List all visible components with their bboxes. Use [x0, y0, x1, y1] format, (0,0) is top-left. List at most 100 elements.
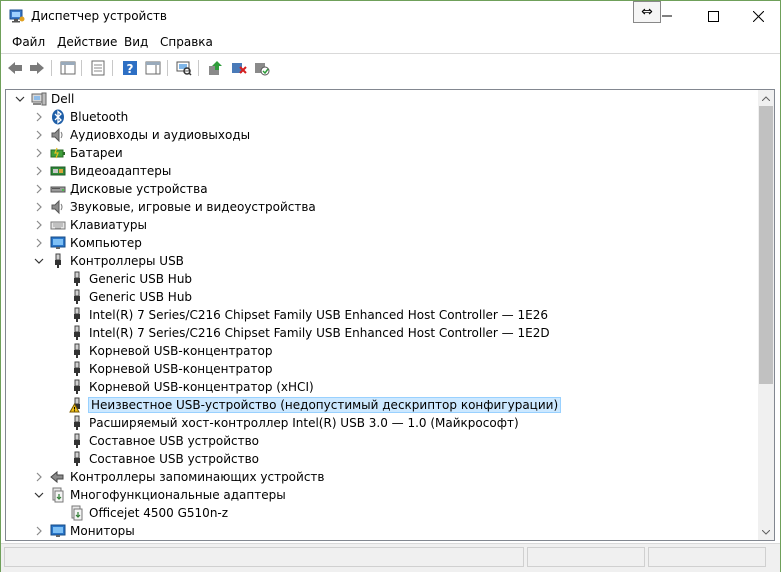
- close-button[interactable]: [735, 1, 781, 31]
- tree-item[interactable]: Составное USB устройство: [6, 432, 756, 450]
- tree-item[interactable]: Неизвестное USB-устройство (недопустимый…: [6, 396, 756, 414]
- tree-item[interactable]: Составное USB устройство: [6, 450, 756, 468]
- tree-item[interactable]: Аудиовходы и аудиовыходы: [6, 126, 756, 144]
- toolbar-separator: [198, 60, 199, 76]
- tree-item-label: Bluetooth: [70, 110, 129, 124]
- forward-button[interactable]: [28, 59, 46, 77]
- tree-item[interactable]: Intel(R) 7 Series/C216 Chipset Family US…: [6, 324, 756, 342]
- expand-toggle[interactable]: [34, 166, 44, 176]
- menu-view[interactable]: Вид: [124, 35, 148, 49]
- usb-icon: [69, 343, 85, 359]
- expand-toggle[interactable]: [15, 94, 25, 104]
- chevron-right-icon: [36, 202, 42, 212]
- tree-item[interactable]: Контроллеры USB: [6, 252, 756, 270]
- tree-item[interactable]: Корневой USB-концентратор: [6, 360, 756, 378]
- status-bar: [1, 543, 780, 572]
- monitor-icon: [50, 523, 66, 539]
- tree-item[interactable]: Intel(R) 7 Series/C216 Chipset Family US…: [6, 306, 756, 324]
- help-icon: ?: [123, 61, 137, 76]
- expand-toggle[interactable]: [34, 112, 44, 122]
- tree-item[interactable]: Многофункциональные адаптеры: [6, 486, 756, 504]
- expand-toggle[interactable]: [34, 256, 44, 266]
- maximize-icon: [707, 10, 719, 22]
- uninstall-device-button[interactable]: [230, 59, 248, 77]
- keyboard-icon: [50, 217, 66, 233]
- status-panel: [648, 547, 766, 567]
- chevron-right-icon: [36, 526, 42, 536]
- update-driver-icon: [209, 61, 222, 75]
- status-panel: [4, 547, 524, 567]
- tree-item-label: Расширяемый хост-контроллер Intel(R) USB…: [89, 416, 519, 430]
- usb-icon: [69, 361, 85, 377]
- scroll-up-button[interactable]: [758, 90, 774, 106]
- maximize-button[interactable]: [690, 1, 736, 31]
- enable-device-button[interactable]: [253, 59, 271, 77]
- tree-item[interactable]: Officejet 4500 G510n-z: [6, 504, 756, 522]
- menu-file[interactable]: Файл: [12, 35, 45, 49]
- tree-item[interactable]: Контроллеры запоминающих устройств: [6, 468, 756, 486]
- tree-item[interactable]: Видеоадаптеры: [6, 162, 756, 180]
- action-pane-button[interactable]: [144, 59, 162, 77]
- vertical-scrollbar[interactable]: [758, 90, 774, 540]
- toolbar-separator: [81, 60, 82, 76]
- expand-toggle[interactable]: [34, 490, 44, 500]
- tree-item-label: Аудиовходы и аудиовыходы: [70, 128, 251, 142]
- tree-item-label: Компьютер: [70, 236, 142, 250]
- scroll-down-button[interactable]: [758, 524, 774, 540]
- tree-item[interactable]: Дисковые устройства: [6, 180, 756, 198]
- properties-button[interactable]: [89, 59, 107, 77]
- tree-item[interactable]: Dell: [6, 90, 756, 108]
- expand-toggle[interactable]: [34, 148, 44, 158]
- minimize-button[interactable]: [644, 1, 690, 31]
- menu-help[interactable]: Справка: [160, 35, 213, 49]
- usb-icon: [69, 379, 85, 395]
- chevron-down-icon: [34, 258, 44, 264]
- menu-bar: Файл Действие Вид Справка: [1, 33, 780, 53]
- back-button[interactable]: [6, 59, 24, 77]
- chevron-down-icon: [762, 529, 770, 535]
- uninstall-device-icon: [232, 63, 247, 74]
- tree-item[interactable]: Батареи: [6, 144, 756, 162]
- expand-toggle[interactable]: [34, 238, 44, 248]
- tree-item[interactable]: Компьютер: [6, 234, 756, 252]
- tree-item-label: Составное USB устройство: [89, 434, 260, 448]
- properties-icon: [91, 60, 105, 76]
- usb-icon: [50, 253, 66, 269]
- chevron-right-icon: [36, 148, 42, 158]
- expand-toggle[interactable]: [34, 184, 44, 194]
- tree-item[interactable]: Корневой USB-концентратор: [6, 342, 756, 360]
- chevron-right-icon: [36, 220, 42, 230]
- expand-toggle[interactable]: [34, 472, 44, 482]
- usb-icon: [69, 451, 85, 467]
- help-button[interactable]: ?: [121, 59, 139, 77]
- tree-item-label: Мониторы: [70, 524, 135, 538]
- update-driver-button[interactable]: [206, 59, 224, 77]
- tree-item-label: Корневой USB-концентратор: [89, 344, 273, 358]
- scrollbar-thumb[interactable]: [759, 106, 773, 384]
- device-tree[interactable]: Dell Bluetooth Аудиовходы и аудиовыходы Бат…: [5, 89, 775, 541]
- menu-action[interactable]: Действие: [57, 35, 117, 49]
- expand-toggle[interactable]: [34, 130, 44, 140]
- title-bar[interactable]: Диспетчер устройств ⇔: [1, 1, 780, 31]
- tree-item[interactable]: Звуковые, игровые и видеоустройства: [6, 198, 756, 216]
- tree-item[interactable]: Bluetooth: [6, 108, 756, 126]
- tree-item[interactable]: Мониторы: [6, 522, 756, 540]
- tree-item[interactable]: Корневой USB-концентратор (xHCI): [6, 378, 756, 396]
- tree-item[interactable]: Generic USB Hub: [6, 270, 756, 288]
- expand-toggle[interactable]: [34, 202, 44, 212]
- tree-item[interactable]: Расширяемый хост-контроллер Intel(R) USB…: [6, 414, 756, 432]
- expand-toggle[interactable]: [34, 526, 44, 536]
- speaker-icon: [50, 127, 66, 143]
- close-icon: [752, 10, 764, 22]
- speaker-icon: [50, 199, 66, 215]
- usb-icon: [69, 307, 85, 323]
- chevron-right-icon: [36, 238, 42, 248]
- usb-icon: [69, 289, 85, 305]
- disk-icon: [50, 181, 66, 197]
- expand-toggle[interactable]: [34, 220, 44, 230]
- scan-hardware-changes-button[interactable]: [175, 59, 193, 77]
- show-hide-console-tree-button[interactable]: [59, 59, 77, 77]
- tree-item[interactable]: Клавиатуры: [6, 216, 756, 234]
- multifunction-icon: [69, 505, 85, 521]
- tree-item[interactable]: Generic USB Hub: [6, 288, 756, 306]
